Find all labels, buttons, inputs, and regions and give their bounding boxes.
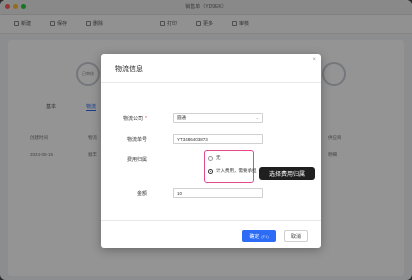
radio-unchecked-icon — [208, 155, 213, 161]
cancel-button[interactable]: 取消 — [284, 230, 308, 242]
fee-option-include[interactable]: 计入费用，需要承担 — [208, 168, 257, 174]
company-select[interactable]: 圆通 ⌄ — [173, 113, 263, 123]
instruction-tooltip: 选择费用归属 — [259, 167, 315, 180]
fee-label: 费用归属 — [126, 157, 147, 163]
tracking-number-input[interactable] — [173, 134, 263, 144]
app-window: 销售单（YD9EK） 新建 保存 删除 打印 更多 审核 已审核 基本 物流 创… — [0, 0, 412, 280]
close-icon[interactable]: × — [312, 57, 316, 63]
amount-input[interactable] — [173, 188, 263, 198]
fee-option-none[interactable]: 无 — [208, 155, 221, 161]
dialog-header: 物流信息 × — [101, 54, 321, 83]
tracking-label: 物流单号 — [126, 137, 147, 143]
radio-checked-icon — [208, 168, 213, 174]
required-mark: * — [145, 116, 147, 122]
dialog-footer: 确定 (F1) 取消 — [101, 220, 321, 249]
chevron-down-icon: ⌄ — [255, 115, 259, 120]
company-label: 物流公司 * — [123, 116, 147, 122]
dialog-title: 物流信息 — [115, 66, 143, 73]
amount-label: 金额 — [136, 191, 147, 197]
confirm-button[interactable]: 确定 (F1) — [242, 230, 276, 242]
